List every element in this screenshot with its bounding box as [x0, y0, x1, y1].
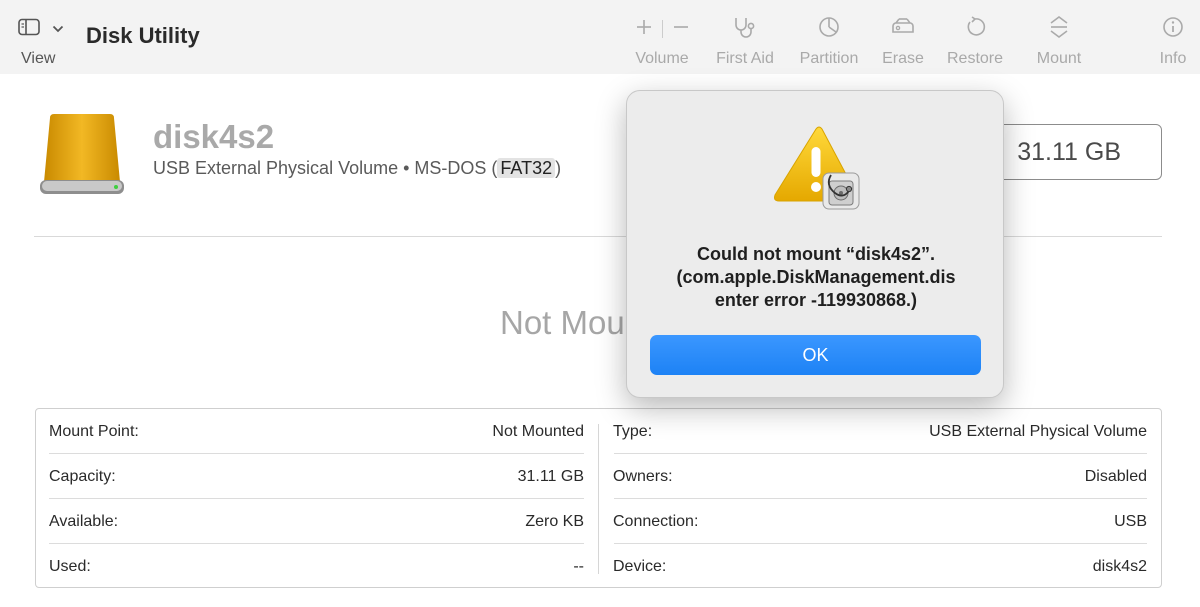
info-row-used: Used: --	[36, 544, 598, 589]
stethoscope-icon	[731, 15, 759, 44]
erase-label: Erase	[882, 50, 924, 67]
info-label: Used:	[49, 558, 91, 575]
plus-icon[interactable]	[635, 18, 653, 41]
info-value: disk4s2	[1092, 558, 1147, 575]
info-row-connection: Connection: USB	[601, 499, 1161, 544]
pie-chart-icon	[818, 16, 840, 43]
volume-description-suffix: )	[555, 158, 562, 178]
info-label: Mount Point:	[49, 423, 139, 440]
info-label: Info	[1159, 50, 1187, 67]
app-title: Disk Utility	[86, 23, 200, 48]
info-label: Type:	[613, 423, 653, 440]
info-column-left: Mount Point: Not Mounted Capacity: 31.11…	[36, 409, 598, 589]
volume-description-prefix: USB External Physical Volume • MS-DOS (	[153, 158, 498, 178]
info-label: Device:	[613, 558, 667, 575]
info-label: Capacity:	[49, 468, 116, 485]
first-aid-button[interactable]: First Aid	[713, 14, 777, 70]
info-icon	[1162, 16, 1184, 43]
volume-size-box: 31.11 GB	[985, 124, 1162, 180]
info-row-device: Device: disk4s2	[601, 544, 1161, 589]
info-row-capacity: Capacity: 31.11 GB	[36, 454, 598, 499]
info-value: 31.11 GB	[517, 468, 584, 485]
view-menu-button[interactable]: View	[18, 16, 68, 70]
restore-button[interactable]: Restore	[944, 14, 1006, 70]
info-value: --	[573, 558, 584, 575]
volume-size: 31.11 GB	[1017, 138, 1121, 166]
info-button[interactable]: Info	[1156, 14, 1190, 70]
info-value: Not Mounted	[492, 423, 584, 440]
mount-error-alert: Could not mount “disk4s2”. (com.apple.Di…	[626, 90, 1004, 398]
first-aid-label: First Aid	[716, 50, 774, 67]
volume-description: USB External Physical Volume • MS-DOS (F…	[153, 158, 561, 179]
info-label: Available:	[49, 513, 119, 530]
minus-icon[interactable]	[672, 18, 690, 41]
volume-info-table: Mount Point: Not Mounted Capacity: 31.11…	[35, 408, 1162, 588]
info-value: USB	[1114, 513, 1147, 530]
info-row-type: Type: USB External Physical Volume	[601, 409, 1161, 454]
volume-name: disk4s2	[153, 118, 275, 155]
mount-icon	[1048, 15, 1070, 44]
volume-label: Volume	[635, 50, 689, 67]
volume-button[interactable]: Volume	[632, 14, 692, 70]
warning-icon	[771, 125, 863, 218]
partition-label: Partition	[799, 50, 859, 67]
info-column-divider	[598, 424, 599, 574]
alert-message: Could not mount “disk4s2”. (com.apple.Di…	[647, 243, 985, 312]
restore-label: Restore	[946, 50, 1004, 67]
mount-label: Mount	[1036, 50, 1082, 67]
info-label: Owners:	[613, 468, 673, 485]
ok-button[interactable]: OK	[650, 335, 981, 375]
toolbar: View Disk Utility Volume First Aid Parti…	[0, 0, 1200, 74]
mount-button[interactable]: Mount	[1033, 14, 1085, 70]
partition-button[interactable]: Partition	[796, 14, 862, 70]
info-column-right: Type: USB External Physical Volume Owner…	[601, 409, 1161, 589]
alert-message-line: Could not mount “disk4s2”.	[696, 244, 935, 264]
info-label: Connection:	[613, 513, 699, 530]
drive-icon	[38, 112, 126, 203]
eraser-icon	[890, 17, 916, 42]
view-label: View	[21, 50, 56, 67]
disk-utility-badge-icon	[822, 172, 860, 210]
erase-button[interactable]: Erase	[880, 14, 926, 70]
sidebar-icon	[18, 18, 40, 41]
restore-icon	[964, 15, 986, 43]
alert-message-line: enter error -119930868.)	[714, 290, 918, 310]
info-value: Zero KB	[525, 513, 584, 530]
filesystem-format: FAT32	[497, 158, 556, 178]
info-row-available: Available: Zero KB	[36, 499, 598, 544]
info-value: Disabled	[1084, 468, 1147, 485]
chevron-down-icon	[52, 20, 64, 38]
info-value: USB External Physical Volume	[929, 423, 1147, 440]
info-row-owners: Owners: Disabled	[601, 454, 1161, 499]
alert-message-line: (com.apple.DiskManagement.dis	[676, 267, 956, 287]
info-row-mount-point: Mount Point: Not Mounted	[36, 409, 598, 454]
